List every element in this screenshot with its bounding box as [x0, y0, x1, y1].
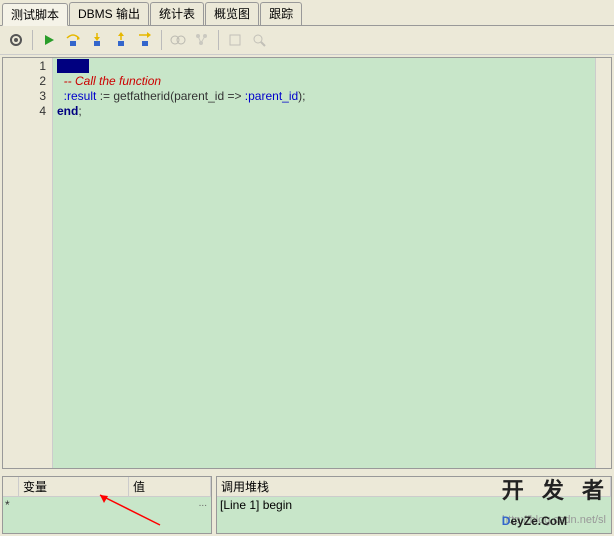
code-keyword: end [57, 104, 78, 118]
callstack-header: 调用堆栈 [217, 477, 611, 497]
editor-pane: 1 2 3 4 begin -- Call the function :resu… [2, 57, 612, 469]
line-number: 3 [3, 89, 46, 104]
separator [32, 30, 33, 50]
callstack-body[interactable]: [Line 1] begin [217, 497, 611, 533]
step-over-button[interactable] [62, 29, 84, 51]
code-text: ; [78, 104, 81, 118]
zoom-icon[interactable] [248, 29, 270, 51]
separator [161, 30, 162, 50]
bottom-pane: 变量 值 * ... 调用堆栈 [Line 1] begin [2, 476, 612, 534]
run-button[interactable] [38, 29, 60, 51]
ellipsis-button[interactable]: ... [199, 498, 207, 509]
toolbar [0, 26, 614, 55]
code-text: ); [298, 89, 305, 103]
tab-overview[interactable]: 概览图 [205, 2, 259, 25]
call-tree-icon[interactable] [191, 29, 213, 51]
main-area: 1 2 3 4 begin -- Call the function :resu… [0, 55, 614, 536]
line-number: 2 [3, 74, 46, 89]
callstack-line: [Line 1] begin [220, 498, 292, 512]
code-bind-var: :parent_id [245, 89, 298, 103]
column-header-variable[interactable]: 变量 [19, 477, 129, 496]
variables-header: 变量 值 [3, 477, 211, 497]
step-out-button[interactable] [110, 29, 132, 51]
variables-body[interactable]: * ... [3, 497, 211, 533]
code-text: := getfatherid(parent_id => [96, 89, 244, 103]
gear-icon[interactable] [5, 29, 27, 51]
column-header-callstack: 调用堆栈 [217, 477, 611, 496]
search-icon[interactable] [224, 29, 246, 51]
watch-icon[interactable] [167, 29, 189, 51]
code-keyword: begin [57, 59, 89, 73]
tab-dbms-output[interactable]: DBMS 输出 [69, 2, 149, 25]
row-indicator-col [3, 477, 19, 496]
tab-bar: 测试脚本 DBMS 输出 统计表 概览图 跟踪 [0, 0, 614, 26]
step-into-button[interactable] [86, 29, 108, 51]
code-bind-var: :result [64, 89, 97, 103]
variables-panel: 变量 值 * ... [2, 476, 212, 534]
code-editor[interactable]: begin -- Call the function :result := ge… [53, 58, 595, 468]
separator [218, 30, 219, 50]
callstack-panel: 调用堆栈 [Line 1] begin [216, 476, 612, 534]
tab-trace[interactable]: 跟踪 [260, 2, 302, 25]
run-to-cursor-button[interactable] [134, 29, 156, 51]
vertical-scrollbar[interactable] [595, 58, 611, 468]
line-number: 1 [3, 59, 46, 74]
code-comment: -- Call the function [64, 74, 161, 88]
column-header-value[interactable]: 值 [129, 477, 211, 496]
line-number: 4 [3, 104, 46, 119]
tab-statistics[interactable]: 统计表 [150, 2, 204, 25]
line-gutter: 1 2 3 4 [3, 58, 53, 468]
tab-test-script[interactable]: 测试脚本 [2, 3, 68, 26]
current-row-marker: * [5, 498, 10, 512]
